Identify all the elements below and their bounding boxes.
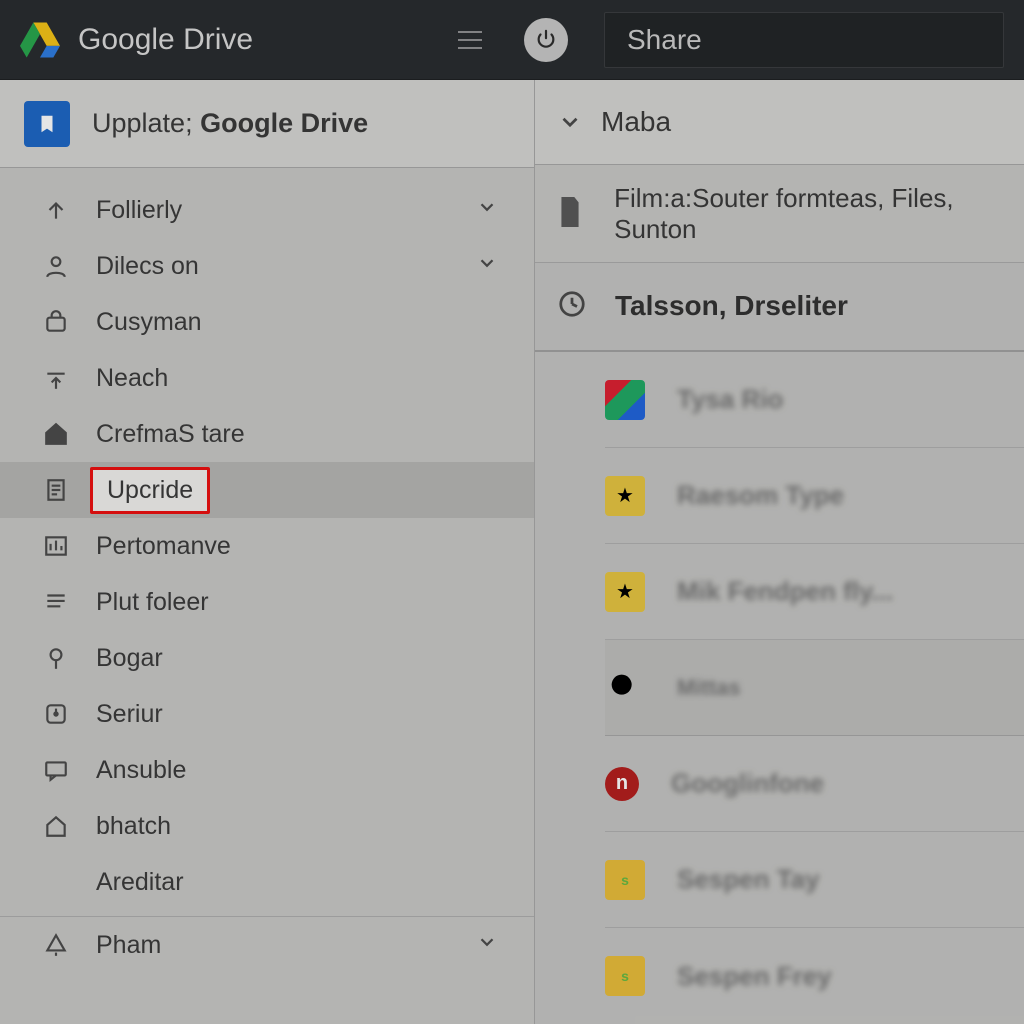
home-outline-icon	[40, 810, 72, 842]
chevron-down-icon	[476, 252, 504, 280]
sidebar-item-label: Bogar	[96, 644, 163, 673]
sidebar-item-5[interactable]: Upcride	[0, 462, 534, 518]
file-list: Tysa Rio★Raesom Type★Mik Fendpen fly...M…	[535, 352, 1024, 1024]
file-row[interactable]: nGooglinfone	[605, 736, 1024, 832]
sidebar-item-label: Follierly	[96, 196, 182, 225]
sidebar-item-label: Dilecs on	[96, 252, 199, 281]
sidebar-item-10[interactable]: Ansuble	[0, 742, 534, 798]
bell-icon	[40, 929, 72, 961]
sidebar-item-label: bhatch	[96, 812, 171, 841]
pin-icon	[40, 642, 72, 674]
blank-icon	[40, 866, 72, 898]
sidebar-item-label: Pertomanve	[96, 532, 231, 561]
upload-icon	[40, 362, 72, 394]
drive-logo-icon	[20, 22, 60, 58]
file-name: Sespen Frey	[677, 961, 832, 992]
lines-icon	[40, 586, 72, 618]
file-name: Mittas	[677, 675, 741, 701]
file-name: Sespen Tay	[677, 864, 820, 895]
sidebar-nav: Follierly Dilecs on Cusyman Neach CrefmaS ta…	[0, 168, 534, 910]
home-icon	[40, 418, 72, 450]
file-name: Raesom Type	[677, 480, 844, 511]
clock-icon	[557, 289, 587, 324]
chart-icon	[40, 530, 72, 562]
brand-text: Google Drive	[78, 23, 253, 57]
sidebar-item-8[interactable]: Bogar	[0, 630, 534, 686]
file-name: Mik Fendpen fly...	[677, 576, 893, 607]
path-row[interactable]: Film:a:Souter formteas, Files, Sunton	[535, 165, 1024, 262]
chevron-down-icon	[557, 109, 583, 135]
chat-icon	[40, 754, 72, 786]
sidebar-item-12[interactable]: Areditar	[0, 854, 534, 910]
file-name: Tysa Rio	[677, 384, 783, 415]
file-row[interactable]: Mittas	[605, 640, 1024, 736]
file-icon	[557, 197, 584, 231]
file-row[interactable]: ★Mik Fendpen fly...	[605, 544, 1024, 640]
file-row[interactable]: sSespen Tay	[605, 832, 1024, 928]
brand[interactable]: Google Drive	[20, 22, 253, 58]
arrow-up-icon	[40, 194, 72, 226]
main-panel: Maba Film:a:Souter formteas, Files, Sunt…	[535, 80, 1024, 1024]
sidebar-item-9[interactable]: Seriur	[0, 686, 534, 742]
power-icon[interactable]	[524, 18, 568, 62]
sidebar-item-3[interactable]: Neach	[0, 350, 534, 406]
file-row[interactable]: Tysa Rio	[605, 352, 1024, 448]
breadcrumb-label: Maba	[601, 106, 671, 138]
sidebar-item-label: Plut foleer	[96, 588, 209, 617]
menu-icon[interactable]	[452, 22, 488, 58]
bookmark-icon	[24, 101, 70, 147]
path-text: Film:a:Souter formteas, Files, Sunton	[614, 183, 1002, 245]
file-row[interactable]: sSespen Frey	[605, 928, 1024, 1024]
sidebar-item-label: Pham	[96, 931, 161, 960]
sidebar-item-6[interactable]: Pertomanve	[0, 518, 534, 574]
activity-header[interactable]: Talsson, Drseliter	[535, 263, 1024, 352]
sidebar-item-label: Ansuble	[96, 756, 186, 785]
person-icon	[40, 250, 72, 282]
chevron-down-icon	[476, 196, 504, 224]
file-row[interactable]: ★Raesom Type	[605, 448, 1024, 544]
sidebar-item-bottom[interactable]: Pham	[0, 917, 534, 973]
sidebar-item-label: CrefmaS tare	[96, 420, 245, 449]
sidebar-item-label: Areditar	[96, 868, 184, 897]
sidebar-title: Upplate; Google Drive	[92, 108, 368, 139]
topbar: Google Drive Share	[0, 0, 1024, 80]
file-name: Googlinfone	[671, 768, 824, 799]
sidebar-item-label: Cusyman	[96, 308, 202, 337]
chevron-down-icon	[476, 931, 504, 959]
breadcrumb[interactable]: Maba	[535, 80, 1024, 165]
sidebar-item-7[interactable]: Plut foleer	[0, 574, 534, 630]
doc-icon	[40, 474, 72, 506]
sidebar-item-4[interactable]: CrefmaS tare	[0, 406, 534, 462]
sidebar-header[interactable]: Upplate; Google Drive	[0, 80, 534, 168]
sidebar-item-label: Seriur	[96, 700, 163, 729]
sidebar-item-1[interactable]: Dilecs on	[0, 238, 534, 294]
share-input[interactable]: Share	[604, 12, 1004, 68]
sidebar-item-2[interactable]: Cusyman	[0, 294, 534, 350]
sidebar-item-label: Upcride	[90, 467, 210, 514]
sidebar-item-0[interactable]: Follierly	[0, 182, 534, 238]
sidebar-item-label: Neach	[96, 364, 168, 393]
sidebar: Upplate; Google Drive Follierly Dilecs on…	[0, 80, 535, 1024]
sidebar-item-11[interactable]: bhatch	[0, 798, 534, 854]
activity-title: Talsson, Drseliter	[615, 290, 848, 322]
package-icon	[40, 306, 72, 338]
clock-icon	[40, 698, 72, 730]
